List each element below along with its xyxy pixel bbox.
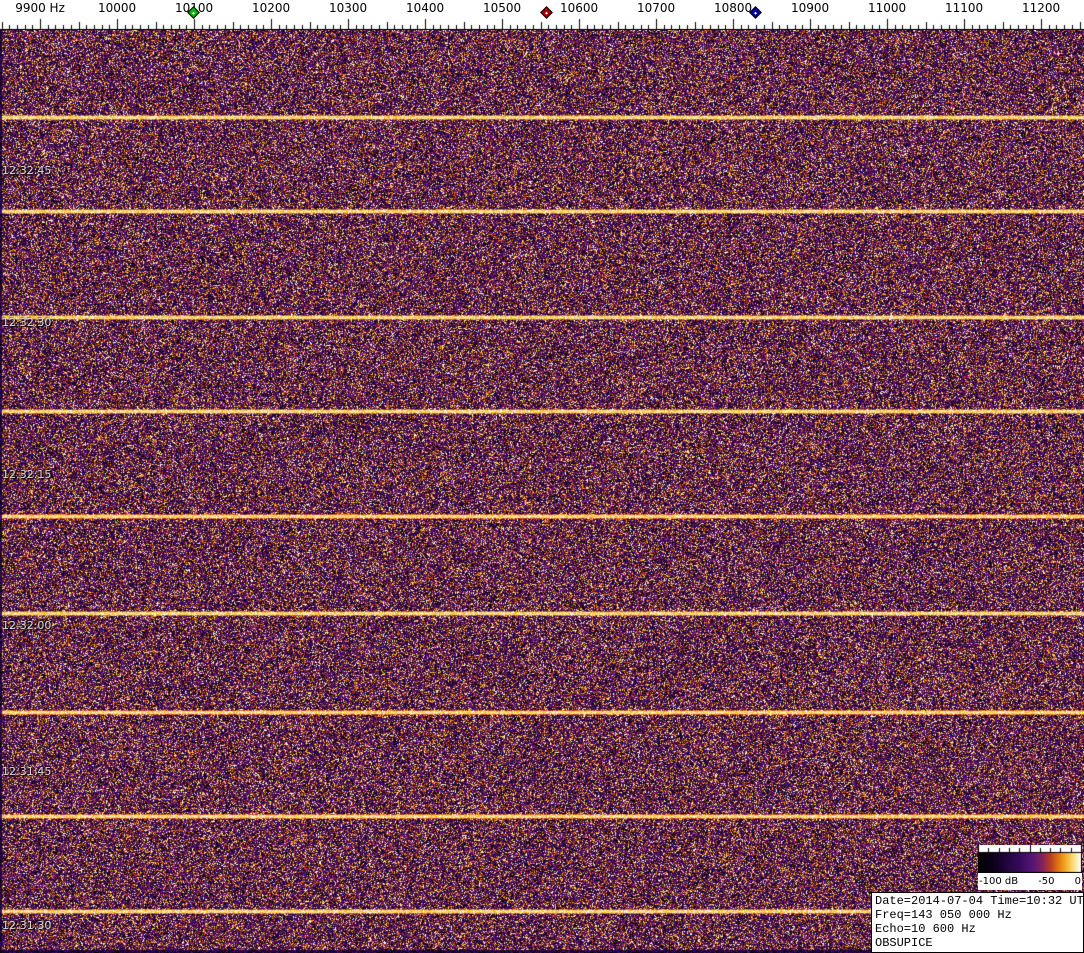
freq-tick-label: 10800 [713, 1, 753, 15]
freq-tick-label: 10000 [97, 1, 137, 15]
time-tick-label: 12:32:45 [2, 164, 52, 177]
spectrogram-app: 9900 Hz100001010010200103001040010500106… [0, 0, 1084, 953]
waterfall-canvas[interactable] [0, 30, 1084, 953]
colorbar-gradient [978, 845, 1082, 873]
freq-tick-label: 10400 [405, 1, 445, 15]
marker-red-center-dot [544, 11, 548, 15]
colorbar-label-mid: -50 [1038, 875, 1055, 887]
time-tick-label: 12:32:30 [2, 316, 52, 329]
time-tick-label: 12:32:15 [2, 468, 52, 481]
freq-tick-label: 9900 Hz [15, 1, 65, 15]
colorbar: -100 dB -50 0 [978, 845, 1082, 890]
info-line-echo: Echo=10 600 Hz [875, 922, 976, 936]
freq-tick-label: 11200 [1021, 1, 1061, 15]
freq-tick-label: 10600 [559, 1, 599, 15]
freq-tick-label: 11100 [944, 1, 984, 15]
colorbar-label-max: 0 [1074, 875, 1081, 887]
info-line-freq: Freq=143 050 000 Hz [875, 908, 1012, 922]
time-tick-label: 12:31:45 [2, 765, 52, 778]
marker-blue-center-dot [754, 11, 758, 15]
freq-tick-label: 10300 [328, 1, 368, 15]
info-box: Date=2014-07-04 Time=10:32 UTC Freq=143 … [871, 892, 1084, 953]
time-tick-label: 12:32:00 [2, 619, 52, 632]
freq-tick-label: 10200 [251, 1, 291, 15]
info-line-date: Date=2014-07-04 Time=10:32 UTC [875, 894, 1084, 908]
freq-tick-label: 10900 [790, 1, 830, 15]
colorbar-label-min: -100 dB [979, 875, 1019, 887]
freq-tick-label: 11000 [867, 1, 907, 15]
colorbar-labels: -100 dB -50 0 [978, 873, 1082, 889]
marker-green-center-dot [192, 11, 195, 15]
frequency-ruler[interactable]: 9900 Hz100001010010200103001040010500106… [0, 0, 1084, 30]
freq-tick-label: 10700 [636, 1, 676, 15]
info-line-station: OBSUPICE [875, 936, 933, 950]
freq-tick-label: 10500 [482, 1, 522, 15]
time-tick-label: 12:31:30 [2, 919, 52, 932]
